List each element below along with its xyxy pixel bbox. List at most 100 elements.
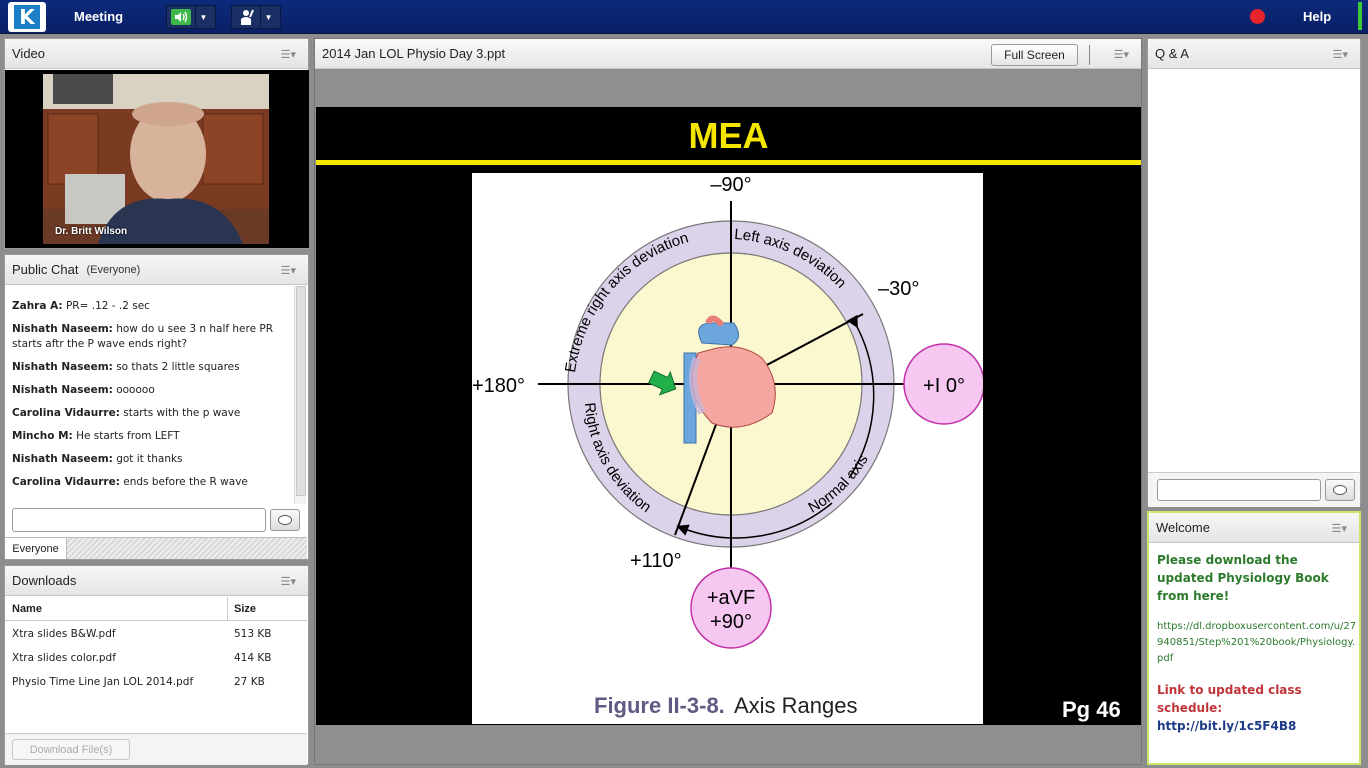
avf-label-line2: +90° [710, 611, 752, 633]
slide-page-label: Pg 46 [1062, 697, 1121, 722]
chat-message: Mincho M: He starts from LEFT [12, 429, 294, 444]
chat-sender: Zahra A: [12, 300, 63, 312]
chat-sender: Mincho M: [12, 430, 73, 442]
chat-text: oooooo [116, 384, 155, 396]
send-chat-button[interactable] [270, 509, 300, 531]
welcome-note-body: Please download the updated Physiology B… [1157, 551, 1357, 735]
file-size: 27 KB [234, 676, 265, 688]
schedule-message: Link to updated class schedule: [1157, 683, 1302, 715]
angle-minus-90: –90° [710, 174, 751, 196]
downloads-pod-header: Downloads ☰▾ [5, 566, 308, 596]
column-divider[interactable] [227, 597, 228, 621]
dropbox-link[interactable]: https://dl.dropboxusercontent.com/u/2794… [1157, 619, 1357, 667]
adobe-connect-logo: K [8, 2, 46, 32]
chat-message: Carolina Vidaurre: starts with the p wav… [12, 406, 294, 421]
tab-everyone[interactable]: Everyone [5, 538, 67, 559]
welcome-pod: Welcome ☰▾ Please download the updated P… [1147, 511, 1361, 765]
angle-minus-30: –30° [878, 278, 919, 300]
avf-label-line1: +aVF [707, 587, 755, 609]
chat-sender: Carolina Vidaurre: [12, 476, 120, 488]
welcome-message: Please download the updated Physiology B… [1157, 553, 1329, 603]
file-name: Xtra slides B&W.pdf [12, 628, 116, 640]
downloads-pod: Downloads ☰▾ Name Size Xtra slides B&W.p… [4, 565, 309, 765]
file-size: 513 KB [234, 628, 272, 640]
chat-message: Nishath Naseem: got it thanks [12, 452, 294, 467]
chat-scrollbar[interactable] [294, 286, 306, 504]
chat-message: Carolina Vidaurre: ends before the R wav… [12, 475, 294, 490]
qa-pod: Q & A ☰▾ [1147, 38, 1361, 507]
header-divider [1089, 45, 1090, 65]
qa-pod-title: Q & A [1155, 46, 1189, 61]
video-pod-title: Video [12, 46, 46, 61]
full-screen-button[interactable]: Full Screen [991, 44, 1078, 66]
chat-text: ends before the R wave [123, 476, 248, 488]
chat-text: got it thanks [116, 453, 183, 465]
downloads-pod-title: Downloads [12, 573, 77, 588]
chat-input[interactable] [12, 508, 266, 532]
status-edge [1358, 2, 1362, 30]
chat-pod: Public Chat (Everyone) ☰▾ Zahra A: PR= .… [4, 254, 309, 560]
share-pod: 2014 Jan LOL Physio Day 3.ppt Full Scree… [314, 38, 1142, 765]
webcam-image [43, 74, 269, 244]
welcome-pod-title: Welcome [1156, 520, 1210, 535]
column-size[interactable]: Size [234, 603, 256, 615]
file-name: Xtra slides color.pdf [12, 652, 116, 664]
chat-message: Nishath Naseem: so thats 2 little square… [12, 360, 294, 375]
chat-text: He starts from LEFT [76, 430, 180, 442]
chat-scope-label: (Everyone) [86, 263, 141, 276]
send-question-button[interactable] [1325, 479, 1355, 501]
pod-menu-icon[interactable]: ☰▾ [1114, 48, 1129, 61]
question-input[interactable] [1157, 479, 1321, 501]
speech-bubble-icon [1333, 485, 1347, 495]
speaker-button[interactable]: ▼ [166, 5, 216, 29]
meeting-menu[interactable]: Meeting [74, 9, 123, 24]
recording-indicator-icon [1250, 9, 1265, 24]
video-pod: Video ☰▾ Dr. Britt Wilson [4, 38, 309, 249]
pod-menu-icon[interactable]: ☰▾ [281, 575, 296, 588]
pod-menu-icon[interactable]: ☰▾ [281, 48, 296, 61]
chat-sender: Nishath Naseem: [12, 453, 113, 465]
table-row[interactable]: Xtra slides color.pdf 414 KB [5, 648, 307, 670]
pod-menu-icon[interactable]: ☰▾ [281, 264, 296, 277]
chat-message: Nishath Naseem: how do u see 3 n half he… [12, 322, 294, 352]
angle-plus-110: +110° [630, 550, 682, 572]
table-row[interactable]: Xtra slides B&W.pdf 513 KB [5, 624, 307, 646]
pod-menu-icon[interactable]: ☰▾ [1332, 522, 1347, 535]
file-name: Physio Time Line Jan LOL 2014.pdf [12, 676, 194, 688]
chat-sender: Nishath Naseem: [12, 323, 113, 335]
share-pod-header: 2014 Jan LOL Physio Day 3.ppt Full Scree… [315, 39, 1141, 69]
chat-text: so thats 2 little squares [116, 361, 240, 373]
raise-hand-icon [232, 6, 260, 28]
downloads-footer: Download File(s) [5, 733, 307, 765]
chat-message-list: Zahra A: PR= .12 - .2 sec Nishath Naseem… [5, 286, 294, 504]
figure-caption-text: Axis Ranges [734, 693, 858, 718]
video-pod-header: Video ☰▾ [5, 39, 308, 69]
k-logo-icon: K [14, 5, 40, 29]
speaker-dropdown-icon[interactable]: ▼ [195, 6, 211, 28]
download-files-button[interactable]: Download File(s) [12, 739, 130, 760]
column-name[interactable]: Name [12, 603, 42, 615]
chat-message: Zahra A: PR= .12 - .2 sec [12, 299, 294, 314]
angle-plus-180: +180° [472, 375, 525, 397]
presentation-slide: MEA –90° +180° –30° +110° +I 0° +aVF +90… [316, 107, 1141, 725]
chat-message: Nishath Naseem: oooooo [12, 383, 294, 398]
slide-title: MEA [688, 115, 769, 156]
chat-scrollbar-thumb[interactable] [296, 286, 306, 496]
video-feed: Dr. Britt Wilson [5, 70, 309, 248]
chat-sender: Nishath Naseem: [12, 361, 113, 373]
chat-pod-header: Public Chat (Everyone) ☰▾ [5, 255, 308, 285]
welcome-pod-header: Welcome ☰▾ [1149, 513, 1359, 543]
chat-tab-bar: Everyone [5, 537, 307, 559]
status-dropdown-icon[interactable]: ▼ [260, 6, 276, 28]
pod-menu-icon[interactable]: ☰▾ [1333, 48, 1348, 61]
speaker-icon [167, 6, 195, 28]
table-row[interactable]: Physio Time Line Jan LOL 2014.pdf 27 KB [5, 672, 307, 694]
schedule-link[interactable]: http://bit.ly/1c5F4B8 [1157, 717, 1357, 735]
chat-pod-title: Public Chat [12, 262, 79, 277]
file-size: 414 KB [234, 652, 272, 664]
raise-hand-button[interactable]: ▼ [231, 5, 281, 29]
chat-text: PR= .12 - .2 sec [65, 300, 150, 312]
help-menu[interactable]: Help [1303, 9, 1331, 24]
slide-title-underline [316, 160, 1141, 165]
qa-pod-header: Q & A ☰▾ [1148, 39, 1360, 69]
